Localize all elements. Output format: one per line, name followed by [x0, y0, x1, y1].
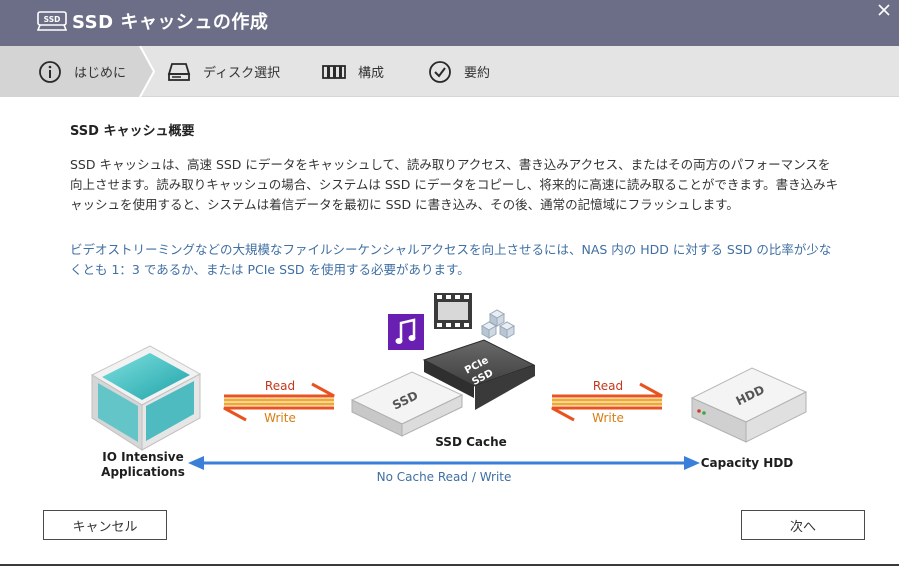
data-blocks-icon [480, 309, 516, 339]
disk-icon [167, 62, 191, 81]
note-text: ビデオストリーミングなどの大規模なファイルシーケンシャルアクセスを向上させるには… [70, 242, 832, 277]
video-film-icon [434, 293, 472, 329]
info-icon [39, 60, 61, 83]
step-disk-selection[interactable]: ディスク選択 [167, 46, 280, 97]
no-cache-label: No Cache Read / Write [377, 470, 512, 484]
left-label-1: IO Intensive [102, 450, 184, 464]
step-configuration[interactable]: 構成 [322, 46, 384, 97]
read-label-right: Read [593, 379, 623, 393]
step-introduction[interactable]: はじめに [38, 46, 126, 97]
ssd-icon: SSD [37, 11, 67, 31]
close-icon[interactable] [876, 2, 892, 18]
hdd-drive-icon: HDD [690, 367, 808, 443]
next-button[interactable]: 次へ [741, 510, 865, 540]
application-cube-icon [90, 345, 202, 451]
section-title: SSD キャッシュ概要 [70, 124, 195, 139]
left-label-2: Applications [101, 465, 185, 479]
description-text: SSD キャッシュは、高速 SSD にデータをキャッシュして、読み取りアクセス、… [70, 157, 839, 212]
svg-text:SSD: SSD [44, 15, 61, 24]
step-label: 構成 [358, 66, 385, 81]
ssd-cache-diagram: IO Intensive Applications Read Write PCI… [90, 293, 808, 484]
ssd-cache-label: SSD Cache [435, 435, 507, 449]
cancel-button[interactable]: キャンセル [43, 510, 167, 540]
step-label: はじめに [74, 66, 127, 81]
step-summary[interactable]: 要約 [428, 46, 490, 97]
raid-icon [322, 64, 346, 79]
capacity-hdd-label: Capacity HDD [701, 456, 794, 470]
wizard-steps: はじめに ディスク選択 構成 要約 [0, 46, 899, 97]
step-label: ディスク選択 [203, 66, 281, 81]
window-title: SSD キャッシュの作成 [72, 12, 269, 33]
read-label-left: Read [265, 379, 295, 393]
no-cache-bidirectional-arrow [188, 456, 700, 470]
write-label-left: Write [264, 411, 296, 425]
write-label-right: Write [592, 411, 624, 425]
title-bar: SSD SSD キャッシュの作成 [0, 0, 899, 46]
check-circle-icon [429, 60, 451, 83]
step-label: 要約 [464, 66, 491, 81]
music-icon [388, 314, 424, 350]
